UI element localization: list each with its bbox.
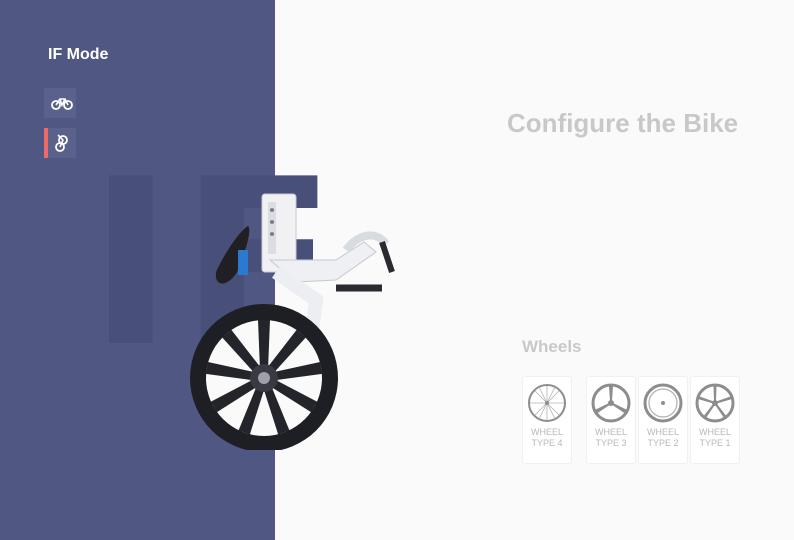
wheel-option-label: WHEEL TYPE 4 [530, 427, 563, 448]
wheels-section-title: Wheels [522, 337, 582, 356]
wheel-option-type-1[interactable]: WHEEL TYPE 1 [690, 376, 740, 464]
bike-preview-image [190, 193, 395, 450]
folded-bike-icon [55, 134, 68, 152]
wheel-option-type-3[interactable]: WHEEL TYPE 3 [586, 376, 636, 464]
page-headline: Configure the Bike [507, 108, 739, 138]
tri-spoke-wheel-icon [591, 383, 631, 423]
mode-button-bike[interactable] [44, 88, 76, 118]
wheel-option-label: WHEEL TYPE 2 [646, 427, 679, 448]
mode-title: IF Mode [48, 46, 109, 63]
bike-icon [51, 98, 73, 110]
spoked-wheel-icon [528, 384, 566, 422]
wheel-option-type-4[interactable]: WHEEL TYPE 4 [522, 376, 572, 464]
mode-button-folded[interactable] [44, 128, 76, 158]
wheel-option-label: WHEEL TYPE 1 [698, 427, 731, 448]
five-spoke-wheel-icon [695, 383, 735, 423]
wheel-option-type-2[interactable]: WHEEL TYPE 2 [638, 376, 688, 464]
wheel-option-label: WHEEL TYPE 3 [594, 427, 627, 448]
disc-wheel-icon [643, 383, 683, 423]
